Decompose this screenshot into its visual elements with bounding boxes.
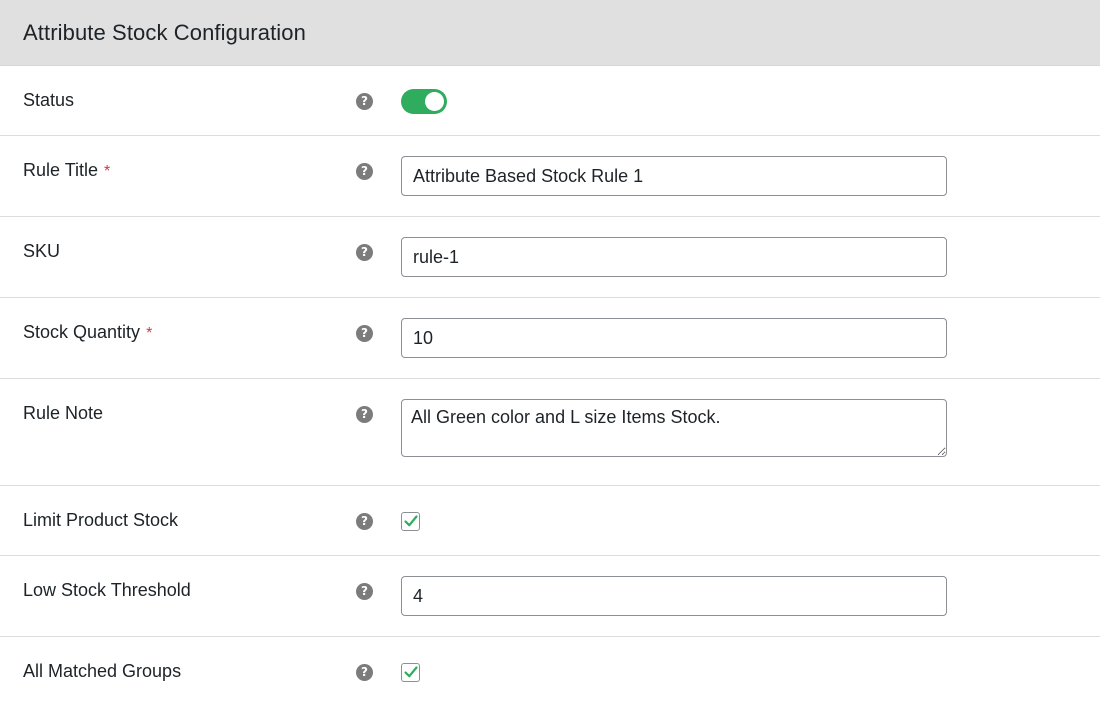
sku-label: SKU: [23, 241, 61, 261]
row-sku: SKU ?: [0, 217, 1100, 298]
panel-title: Attribute Stock Configuration: [23, 19, 306, 45]
help-icon[interactable]: ?: [356, 244, 373, 261]
panel-header: Attribute Stock Configuration: [0, 0, 1100, 66]
low-stock-threshold-label: Low Stock Threshold: [23, 580, 191, 600]
stock-quantity-label-text: Stock Quantity: [23, 322, 141, 342]
row-rule-note: Rule Note ? All Green color and L size I…: [0, 379, 1100, 486]
attribute-stock-config-panel: Attribute Stock Configuration Status ? R…: [0, 0, 1100, 702]
required-marker: *: [104, 163, 111, 180]
help-icon[interactable]: ?: [356, 664, 373, 681]
limit-product-stock-label: Limit Product Stock: [23, 510, 179, 530]
rule-title-label: Rule Title *: [23, 160, 110, 181]
rule-note-textarea[interactable]: All Green color and L size Items Stock.: [401, 399, 947, 457]
limit-product-stock-checkbox[interactable]: [401, 512, 420, 531]
rule-title-input[interactable]: [401, 156, 947, 196]
help-icon[interactable]: ?: [356, 406, 373, 423]
stock-quantity-input[interactable]: [401, 318, 947, 358]
rule-title-label-text: Rule Title: [23, 160, 99, 180]
row-status: Status ?: [0, 66, 1100, 136]
stock-quantity-label: Stock Quantity *: [23, 322, 152, 343]
low-stock-threshold-input[interactable]: [401, 576, 947, 616]
help-icon[interactable]: ?: [356, 513, 373, 530]
row-limit-product-stock: Limit Product Stock ?: [0, 486, 1100, 556]
rule-note-label: Rule Note: [23, 403, 104, 423]
row-all-matched-groups: All Matched Groups ?: [0, 637, 1100, 702]
row-stock-quantity: Stock Quantity * ?: [0, 298, 1100, 379]
sku-input[interactable]: [401, 237, 947, 277]
all-matched-groups-checkbox[interactable]: [401, 663, 420, 682]
help-icon[interactable]: ?: [356, 93, 373, 110]
status-label: Status: [23, 90, 75, 110]
toggle-knob: [425, 92, 444, 111]
status-toggle[interactable]: [401, 89, 447, 114]
checkmark-icon: [404, 666, 418, 678]
row-rule-title: Rule Title * ?: [0, 136, 1100, 217]
help-icon[interactable]: ?: [356, 325, 373, 342]
help-icon[interactable]: ?: [356, 583, 373, 600]
checkmark-icon: [404, 515, 418, 527]
row-low-stock-threshold: Low Stock Threshold ?: [0, 556, 1100, 637]
required-marker: *: [146, 325, 153, 342]
all-matched-groups-label: All Matched Groups: [23, 661, 182, 681]
help-icon[interactable]: ?: [356, 163, 373, 180]
